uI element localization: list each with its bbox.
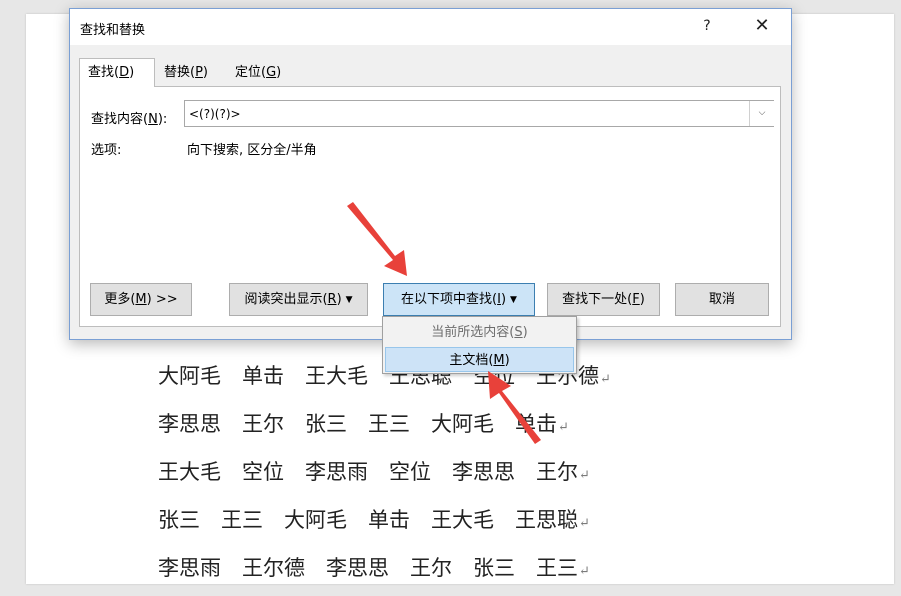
- annotation-arrow-up-icon: [488, 371, 541, 444]
- annotation-arrow-down-icon: [347, 202, 407, 276]
- annotation-arrows: [347, 202, 541, 444]
